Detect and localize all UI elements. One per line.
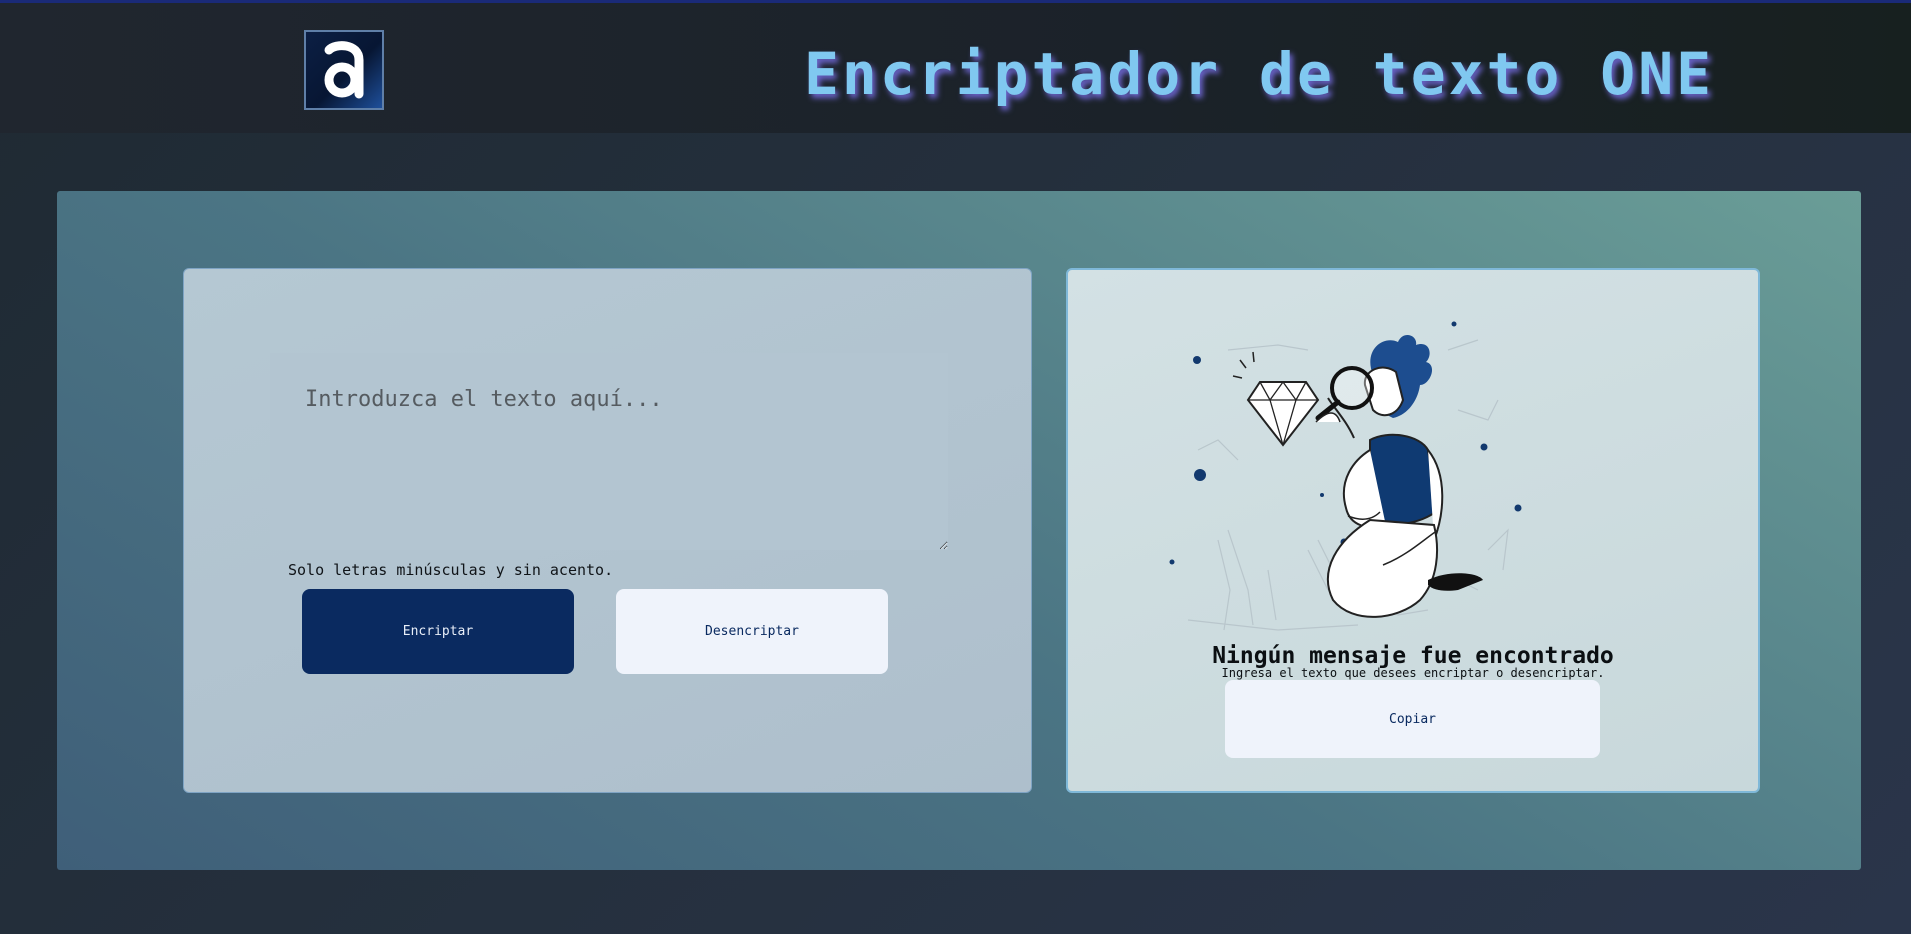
text-input[interactable]: [270, 353, 948, 550]
copy-button[interactable]: Copiar: [1225, 680, 1600, 758]
input-hint: Solo letras minúsculas y sin acento.: [288, 561, 614, 579]
alura-logo-icon[interactable]: [304, 30, 384, 110]
main-panel: Solo letras minúsculas y sin acento. Enc…: [57, 191, 1861, 870]
decrypt-button[interactable]: Desencriptar: [616, 589, 888, 674]
empty-state-subtitle: Ingresa el texto que desees encriptar o …: [1221, 666, 1605, 680]
sparkle-dots: [1169, 321, 1522, 565]
app-title: Encriptador de texto ONE: [804, 40, 1715, 108]
searching-person-illustration: [1169, 321, 1522, 631]
encrypt-button[interactable]: Encriptar: [302, 589, 574, 674]
diamond-icon: [1232, 351, 1320, 447]
alura-a-glyph: [324, 41, 364, 99]
output-card: Ningún mensaje fue encontrado Ingresa el…: [1066, 268, 1760, 793]
magnifying-glass-icon: [1315, 366, 1374, 423]
input-card: Solo letras minúsculas y sin acento. Enc…: [183, 268, 1032, 793]
header: Encriptador de texto ONE: [0, 3, 1911, 133]
